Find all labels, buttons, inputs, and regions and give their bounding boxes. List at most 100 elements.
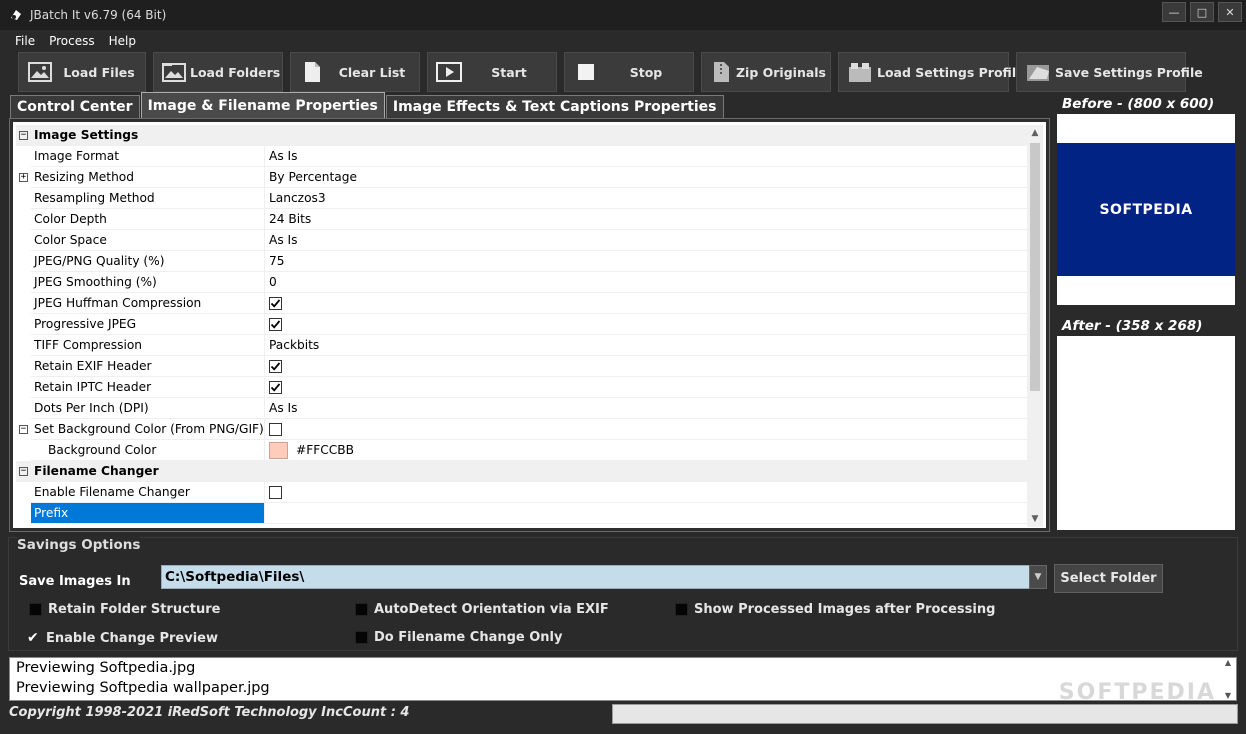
property-row[interactable]: Color Space As Is <box>16 230 1042 251</box>
checkbox-icon[interactable] <box>355 631 368 644</box>
property-row[interactable]: JPEG/PNG Quality (%) 75 <box>16 251 1042 272</box>
enable-change-preview-option[interactable]: ✔ Enable Change Preview <box>27 630 218 646</box>
tab-control-center[interactable]: Control Center <box>10 95 140 119</box>
property-row[interactable]: JPEG Smoothing (%) 0 <box>16 272 1042 293</box>
property-value[interactable]: Lanczos3 <box>265 188 1042 209</box>
property-value[interactable]: As Is <box>265 230 1042 251</box>
property-row[interactable]: + Resizing Method By Percentage <box>16 167 1042 188</box>
property-name: Resizing Method <box>31 167 265 188</box>
property-value[interactable] <box>265 503 1042 524</box>
property-value[interactable] <box>265 293 1042 314</box>
menu-process[interactable]: Process <box>42 32 102 50</box>
checkbox-checked-icon[interactable] <box>269 380 282 394</box>
savings-options-group: Savings Options Save Images In C:\Softpe… <box>8 537 1238 651</box>
save-settings-profile-button[interactable]: Save Settings Profile <box>1016 52 1203 92</box>
tab-image-filename-properties[interactable]: Image & Filename Properties <box>140 92 385 119</box>
checkbox-checked-icon[interactable] <box>269 296 282 310</box>
property-row[interactable]: Enable Filename Changer <box>16 482 1042 503</box>
close-button[interactable]: ✕ <box>1218 2 1242 22</box>
checkbox-icon[interactable] <box>675 603 688 616</box>
load-settings-profile-button[interactable]: Load Settings Profile <box>838 52 1025 92</box>
collapse-icon[interactable]: − <box>19 467 28 476</box>
property-value[interactable] <box>265 482 1042 503</box>
property-value[interactable]: #FFCCBB <box>265 440 1042 461</box>
property-category[interactable]: − Image Settings <box>16 125 1042 146</box>
property-row[interactable]: Retain EXIF Header <box>16 356 1042 377</box>
expand-icon[interactable]: + <box>19 173 28 182</box>
property-row[interactable]: Resampling Method Lanczos3 <box>16 188 1042 209</box>
property-value[interactable]: As Is <box>265 398 1042 419</box>
scroll-down-icon[interactable]: ▼ <box>1225 691 1231 700</box>
show-processed-images-option[interactable]: Show Processed Images after Processing <box>675 602 995 617</box>
save-path-input[interactable]: C:\Softpedia\Files\ <box>161 565 1031 589</box>
property-value[interactable]: 75 <box>265 251 1042 272</box>
filename-change-only-option[interactable]: Do Filename Change Only <box>355 630 562 645</box>
property-value[interactable] <box>265 314 1042 335</box>
scroll-up-icon[interactable]: ▲ <box>1027 125 1043 141</box>
checkbox-checked-icon[interactable] <box>269 317 282 331</box>
property-value[interactable] <box>265 419 1042 440</box>
property-grid-scrollbar[interactable]: ▲ ▼ <box>1027 125 1043 527</box>
collapse-icon[interactable]: − <box>19 131 28 140</box>
start-button[interactable]: Start <box>427 52 557 92</box>
property-value[interactable]: 0 <box>265 272 1042 293</box>
log-line: Previewing Softpedia wallpaper.jpg <box>16 680 270 696</box>
checkbox-icon[interactable] <box>269 422 282 436</box>
property-value[interactable]: Packbits <box>265 335 1042 356</box>
property-value-text: As Is <box>269 400 298 415</box>
select-folder-button[interactable]: Select Folder <box>1054 564 1163 593</box>
property-name: Resampling Method <box>31 188 265 209</box>
checkbox-checked-icon[interactable] <box>269 359 282 373</box>
title-bar: JBatch It v6.79 (64 Bit) — □ ✕ <box>0 0 1246 30</box>
property-row[interactable]: JPEG Huffman Compression <box>16 293 1042 314</box>
load-folders-button[interactable]: Load Folders <box>153 52 283 92</box>
property-name: JPEG Huffman Compression <box>31 293 265 314</box>
property-row[interactable]: Dots Per Inch (DPI) As Is <box>16 398 1042 419</box>
scroll-thumb[interactable] <box>1030 143 1040 391</box>
minimize-button[interactable]: — <box>1162 2 1186 22</box>
property-row[interactable]: Prefix <box>16 503 1042 524</box>
checkbox-icon[interactable] <box>29 603 42 616</box>
property-value[interactable]: By Percentage <box>265 167 1042 188</box>
property-value[interactable]: As Is <box>265 146 1042 167</box>
color-swatch[interactable] <box>269 441 288 459</box>
checkmark-icon[interactable]: ✔ <box>27 630 41 646</box>
maximize-button[interactable]: □ <box>1190 2 1214 22</box>
log-scrollbar[interactable]: ▲ ▼ <box>1220 658 1236 700</box>
checkbox-icon[interactable] <box>355 603 368 616</box>
stop-button[interactable]: Stop <box>564 52 694 92</box>
property-value-text: Lanczos3 <box>269 190 326 205</box>
collapse-icon[interactable]: − <box>19 425 28 434</box>
property-name: Color Space <box>31 230 265 251</box>
property-row[interactable]: Color Depth 24 Bits <box>16 209 1042 230</box>
zip-originals-button[interactable]: Zip Originals <box>701 52 831 92</box>
property-name: Progressive JPEG <box>31 314 265 335</box>
scroll-down-icon[interactable]: ▼ <box>1027 511 1043 527</box>
property-value[interactable] <box>265 356 1042 377</box>
chevron-down-icon[interactable]: ▼ <box>1029 565 1047 589</box>
tab-image-effects-text-captions-properties[interactable]: Image Effects & Text Captions Properties <box>385 95 724 119</box>
property-name: Set Background Color (From PNG/GIF) <box>31 419 265 440</box>
property-row[interactable]: Background Color #FFCCBB <box>16 440 1042 461</box>
checkbox-icon[interactable] <box>269 485 282 499</box>
load-files-button[interactable]: Load Files <box>18 52 146 92</box>
property-row[interactable]: Progressive JPEG <box>16 314 1042 335</box>
property-value[interactable]: 24 Bits <box>265 209 1042 230</box>
menu-help[interactable]: Help <box>102 32 143 50</box>
scroll-up-icon[interactable]: ▲ <box>1225 658 1231 667</box>
property-row[interactable]: Retain IPTC Header <box>16 377 1042 398</box>
property-name: Dots Per Inch (DPI) <box>31 398 265 419</box>
property-row[interactable]: TIFF Compression Packbits <box>16 335 1042 356</box>
menu-file[interactable]: File <box>8 32 42 50</box>
save-in-label: Save Images In <box>19 574 131 589</box>
property-category[interactable]: − Filename Changer <box>16 461 1042 482</box>
property-value[interactable] <box>265 377 1042 398</box>
property-row[interactable]: − Set Background Color (From PNG/GIF) <box>16 419 1042 440</box>
property-row[interactable]: Image Format As Is <box>16 146 1042 167</box>
retain-folder-structure-option[interactable]: Retain Folder Structure <box>29 602 221 617</box>
autodetect-orientation-option[interactable]: AutoDetect Orientation via EXIF <box>355 602 609 617</box>
clear-list-button[interactable]: Clear List <box>290 52 420 92</box>
option-label: Retain Folder Structure <box>48 602 221 617</box>
log-panel[interactable]: Previewing Softpedia.jpg Previewing Soft… <box>9 657 1237 701</box>
toolbar-label: Stop <box>629 64 663 80</box>
